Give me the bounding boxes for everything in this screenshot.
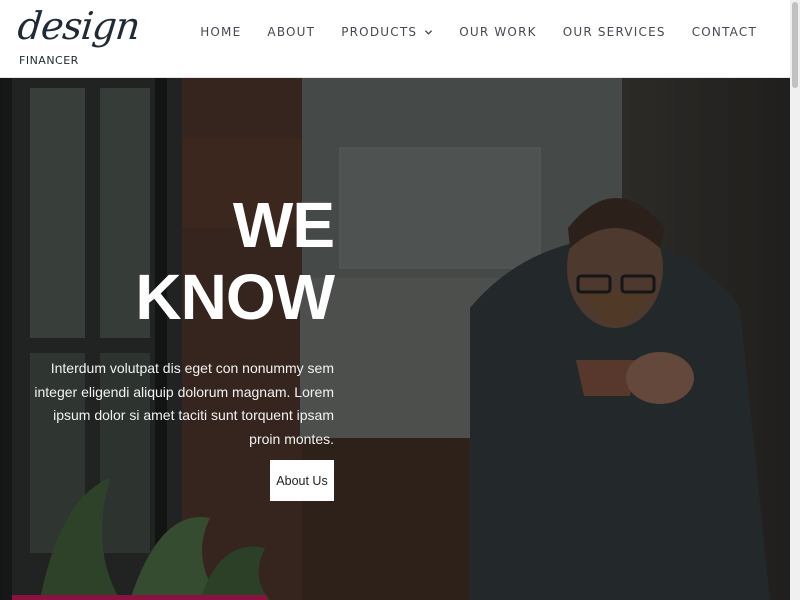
nav-item-our-services[interactable]: OUR SERVICES [563, 24, 666, 40]
main-nav: HOME ABOUT PRODUCTS OUR WORK OUR SERVICE… [174, 24, 757, 40]
logo-subtitle: FINANCER [19, 54, 79, 67]
hero-description: Interdum volutpat dis eget con nonummy s… [34, 360, 334, 447]
nav-label: CONTACT [691, 25, 757, 39]
nav-label: PRODUCTS [341, 25, 418, 39]
about-us-button[interactable]: About Us [270, 460, 334, 501]
chevron-down-icon [425, 29, 433, 35]
nav-item-products[interactable]: PRODUCTS [341, 24, 433, 40]
hero-title: WE KNOW [135, 189, 335, 333]
nav-item-home[interactable]: HOME [200, 24, 241, 40]
nav-label: OUR WORK [459, 25, 537, 39]
nav-label: OUR SERVICES [562, 25, 666, 39]
nav-label: ABOUT [267, 25, 316, 39]
nav-label: HOME [200, 25, 242, 39]
brand-logo[interactable]: design FINANCER [16, 4, 142, 72]
site-header: design FINANCER HOME ABOUT PRODUCTS OUR … [0, 0, 790, 78]
hero-overlay [0, 78, 790, 600]
hero-title-line1: WE [232, 189, 335, 261]
nav-item-our-work[interactable]: OUR WORK [459, 24, 537, 40]
nav-item-contact[interactable]: CONTACT [692, 24, 757, 40]
page-scrollbar[interactable] [790, 0, 800, 600]
logo-script-text: design [15, 4, 142, 48]
hero-title-line2: KNOW [135, 261, 335, 333]
accent-strip [12, 595, 267, 600]
scrollbar-thumb[interactable] [792, 2, 798, 88]
nav-item-about[interactable]: ABOUT [267, 24, 315, 40]
hero-section: WE KNOW Interdum volutpat dis eget con n… [0, 78, 790, 600]
